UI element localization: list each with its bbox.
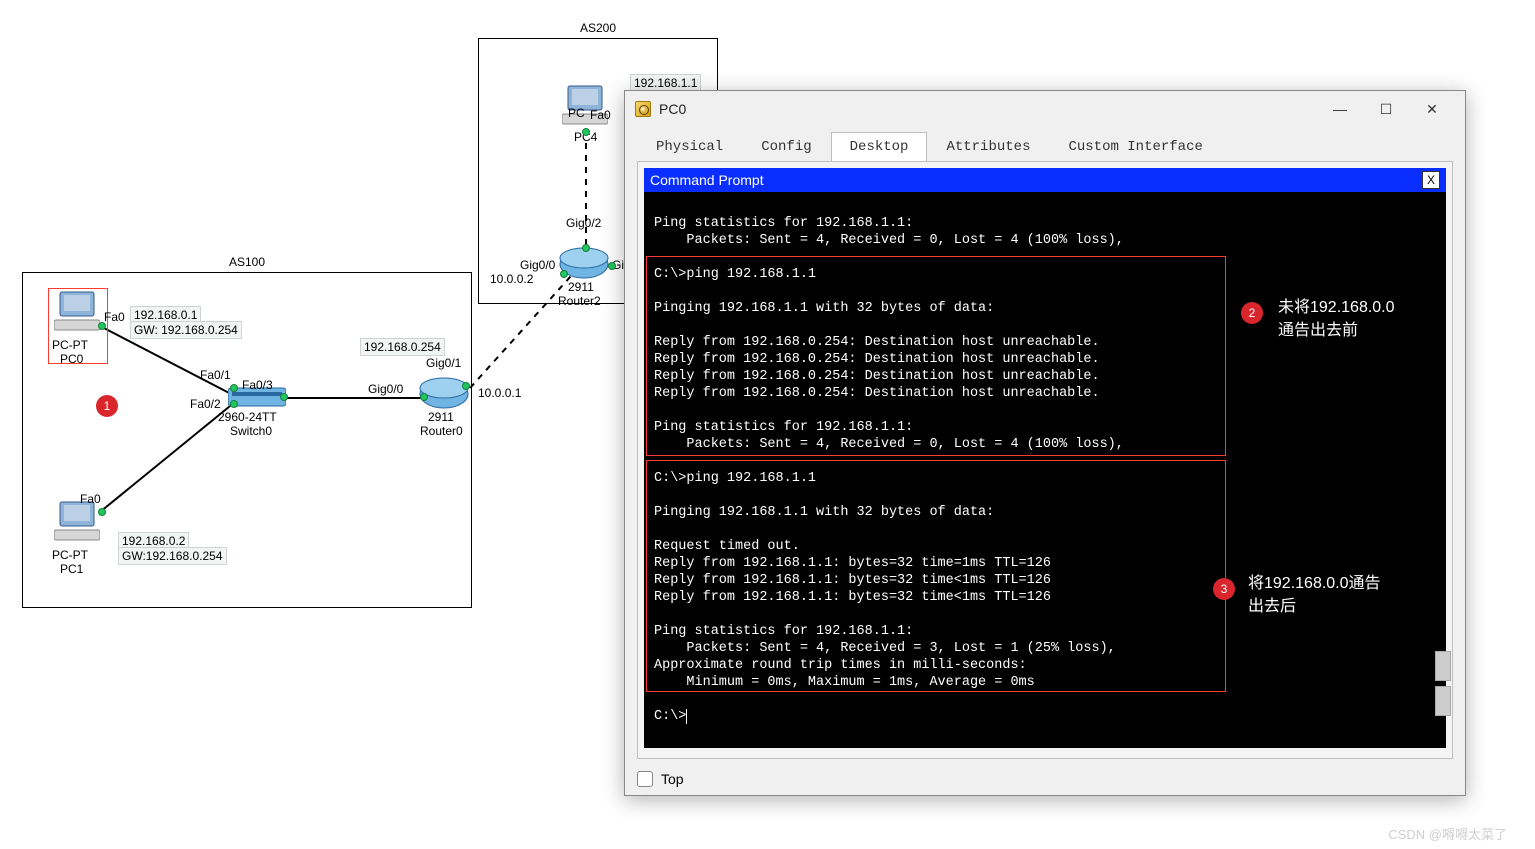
switch0-name: Switch0 [230, 424, 272, 438]
desktop-panel: Command Prompt X Ping statistics for 192… [637, 161, 1453, 759]
minimize-button[interactable]: — [1317, 94, 1363, 124]
router2-top: Gig0/2 [566, 216, 601, 230]
pc1-icon[interactable] [54, 500, 100, 544]
pc1-type: PC-PT [52, 548, 88, 562]
pc1-name: PC1 [60, 562, 83, 576]
router2-leftip: 10.0.0.2 [490, 272, 533, 286]
tab-custom-interface[interactable]: Custom Interface [1049, 132, 1221, 161]
window-title: PC0 [659, 101, 686, 117]
as100-label: AS100 [229, 255, 265, 269]
pc0-icon[interactable] [54, 290, 100, 334]
pc0-window[interactable]: PC0 — ☐ ✕ Physical Config Desktop Attrib… [624, 90, 1466, 796]
window-footer: Top [637, 771, 684, 787]
pc1-gw: GW:192.168.0.254 [118, 547, 227, 565]
top-label: Top [661, 771, 684, 787]
router0-g0-dot [420, 393, 428, 401]
router2-left-dot [560, 270, 568, 278]
top-checkbox[interactable] [637, 771, 653, 787]
terminal-title: Command Prompt [650, 172, 764, 188]
note-3: 将192.168.0.0通告 出去后 [1248, 572, 1381, 618]
router2-left: Gig0/0 [520, 258, 555, 272]
tab-config[interactable]: Config [742, 132, 830, 161]
pc4-port-dot [582, 128, 590, 136]
switch0-p1-dot [230, 384, 238, 392]
router0-ip: 192.168.0.254 [360, 338, 445, 356]
router0-g1-dot [462, 382, 470, 390]
close-button[interactable]: ✕ [1409, 94, 1455, 124]
tab-desktop[interactable]: Desktop [831, 132, 928, 162]
pc0-type: PC-PT [52, 338, 88, 352]
marker-3: 3 [1213, 578, 1235, 600]
router0-name: Router0 [420, 424, 463, 438]
pc-app-icon [635, 101, 651, 117]
pc4-port: Fa0 [590, 108, 611, 122]
terminal-titlebar: Command Prompt X [644, 168, 1446, 192]
router2-top-dot [582, 244, 590, 252]
pc0-port-dot [98, 322, 106, 330]
router2-name: Router2 [558, 294, 601, 308]
switch0-p2: Fa0/2 [190, 397, 221, 411]
note-2: 未将192.168.0.0 通告出去前 [1278, 296, 1395, 342]
router0-right: 10.0.0.1 [478, 386, 521, 400]
switch0-p3-dot [280, 393, 288, 401]
router2-right-dot [608, 262, 616, 270]
switch0-model: 2960-24TT [218, 410, 277, 424]
tab-physical[interactable]: Physical [637, 132, 742, 161]
router0-model: 2911 [428, 410, 454, 424]
watermark: CSDN @嘚嘚太菜了 [1388, 824, 1507, 843]
pc0-name: PC0 [60, 352, 83, 366]
marker-2: 2 [1241, 302, 1263, 324]
tab-bar: Physical Config Desktop Attributes Custo… [637, 131, 1453, 161]
scrollbar-segment-2[interactable] [1435, 686, 1451, 716]
router0-g0: Gig0/0 [368, 382, 403, 396]
router2-model: 2911 [568, 280, 594, 294]
as200-label: AS200 [580, 21, 616, 35]
switch0-p1: Fa0/1 [200, 368, 231, 382]
pc0-port: Fa0 [104, 310, 125, 324]
switch0-p3: Fa0/3 [242, 378, 273, 392]
pc0-gw: GW: 192.168.0.254 [130, 321, 242, 339]
pc1-port-dot [98, 508, 106, 516]
tab-attributes[interactable]: Attributes [927, 132, 1049, 161]
pc1-port: Fa0 [80, 492, 101, 506]
maximize-button[interactable]: ☐ [1363, 94, 1409, 124]
switch0-p2-dot [230, 400, 238, 408]
scrollbar-segment-1[interactable] [1435, 651, 1451, 681]
router0-g1: Gig0/1 [426, 356, 461, 370]
pc4-type: PC [568, 106, 585, 120]
window-titlebar[interactable]: PC0 — ☐ ✕ [625, 91, 1465, 127]
terminal-output[interactable]: Ping statistics for 192.168.1.1: Packets… [644, 192, 1446, 748]
marker-1: 1 [96, 395, 118, 417]
terminal-close-button[interactable]: X [1422, 171, 1440, 189]
